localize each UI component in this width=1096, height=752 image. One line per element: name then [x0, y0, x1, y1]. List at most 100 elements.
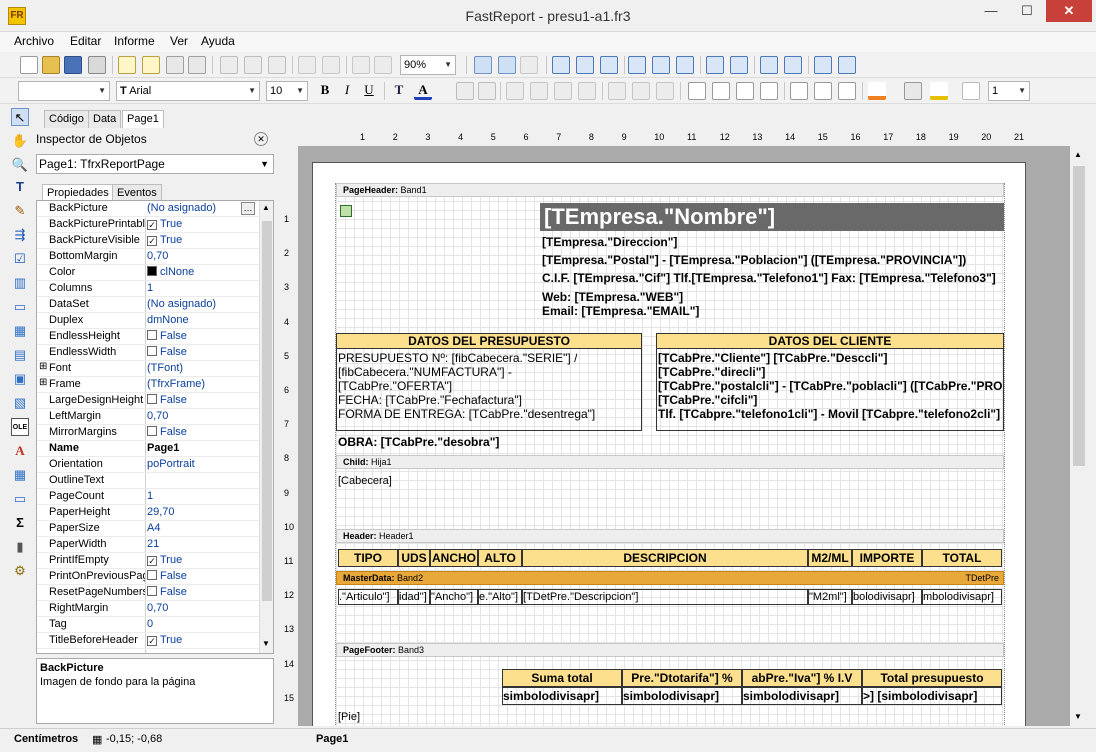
object-selector[interactable]: Page1: TfrxReportPage ▼: [36, 154, 274, 174]
band-header[interactable]: Header: Header1: [336, 529, 1004, 543]
menu-archivo[interactable]: Archivo: [14, 34, 54, 48]
menu-informe[interactable]: Informe: [114, 34, 155, 48]
property-value[interactable]: A4: [147, 522, 160, 534]
line-width-combo[interactable]: 1 ▼: [988, 81, 1030, 101]
align-top-icon[interactable]: [628, 56, 646, 74]
checkbox-icon[interactable]: [147, 330, 157, 340]
property-row[interactable]: Columns 1: [37, 281, 259, 297]
property-row[interactable]: MirrorMargins False: [37, 425, 259, 441]
text-object-icon[interactable]: ▭: [11, 298, 29, 316]
ole-object-icon[interactable]: OLE: [11, 418, 29, 436]
checkbox-icon[interactable]: [147, 570, 157, 580]
property-row[interactable]: OutlineText: [37, 473, 259, 489]
bold-icon[interactable]: B: [316, 82, 334, 100]
company-email[interactable]: Email: [TEmpresa."EMAIL"]: [542, 304, 699, 318]
chevron-up-icon[interactable]: ▲: [262, 203, 270, 212]
detail-cell[interactable]: e."Alto"]: [478, 589, 522, 605]
property-row[interactable]: PaperHeight 29,70: [37, 505, 259, 521]
copy-icon[interactable]: [244, 56, 262, 74]
property-row[interactable]: Name Page1: [37, 441, 259, 457]
zoom-tool-icon[interactable]: 🔍: [11, 156, 29, 174]
show-grid-icon[interactable]: [474, 56, 492, 74]
property-value[interactable]: ✓ True: [147, 234, 182, 246]
frame-right-icon[interactable]: [760, 82, 778, 100]
property-value[interactable]: clNone: [147, 266, 194, 278]
text-middle-icon[interactable]: [632, 82, 650, 100]
line-object-icon[interactable]: ▭: [11, 490, 29, 508]
insert-band-icon[interactable]: ⇶: [11, 226, 29, 244]
property-value[interactable]: False: [147, 346, 187, 358]
property-value[interactable]: 1: [147, 490, 153, 502]
band-child[interactable]: Child: Hija1: [336, 455, 1004, 469]
subreport-icon[interactable]: ▧: [11, 394, 29, 412]
text-top-icon[interactable]: [608, 82, 626, 100]
property-row[interactable]: ⊞ Frame (TfrxFrame): [37, 377, 259, 393]
totals-value[interactable]: simbolodivisapr]: [622, 687, 742, 705]
column-header[interactable]: M2/ML: [808, 549, 852, 567]
rich-text-icon[interactable]: A: [11, 442, 29, 460]
property-row[interactable]: PageCount 1: [37, 489, 259, 505]
new-dialog-icon[interactable]: [142, 56, 160, 74]
company-postal[interactable]: [TEmpresa."Postal"] - [TEmpresa."Poblaci…: [542, 253, 966, 267]
property-value[interactable]: ✓ True: [147, 634, 182, 646]
band-page-footer[interactable]: PageFooter: Band3: [336, 643, 1004, 657]
same-height-icon[interactable]: [838, 56, 856, 74]
italic-icon[interactable]: I: [338, 82, 356, 100]
rotate-icon[interactable]: [478, 82, 496, 100]
detail-cell[interactable]: ."Articulo"]: [338, 589, 398, 605]
property-row[interactable]: LargeDesignHeight False: [37, 393, 259, 409]
print-preview-icon[interactable]: [88, 56, 106, 74]
select-tool-icon[interactable]: ↖: [11, 108, 29, 126]
center-horizontal-icon[interactable]: [760, 56, 778, 74]
table-object-icon[interactable]: ▦: [11, 466, 29, 484]
property-value[interactable]: 21: [147, 538, 159, 550]
font-size-combo[interactable]: 10 ▼: [266, 81, 308, 101]
detail-cell[interactable]: [TDetPre."Descripcion"]: [522, 589, 808, 605]
align-right-icon[interactable]: [600, 56, 618, 74]
design-scrollbar[interactable]: ▲ ▼: [1070, 146, 1088, 726]
property-value[interactable]: Page1: [147, 442, 179, 454]
sum-icon[interactable]: Σ: [11, 514, 29, 532]
company-web[interactable]: Web: [TEmpresa."WEB"]: [542, 290, 683, 304]
checkbox-icon[interactable]: [147, 346, 157, 356]
totals-value[interactable]: simbolodivisapr]: [742, 687, 862, 705]
budget-line[interactable]: PRESUPUESTO Nº: [fibCabecera."SERIE"] /: [338, 351, 577, 365]
column-header[interactable]: UDS: [398, 549, 430, 567]
property-row[interactable]: Orientation poPortrait: [37, 457, 259, 473]
property-row[interactable]: Tag 0: [37, 617, 259, 633]
property-value[interactable]: (No asignado): [147, 298, 216, 310]
band-page-header[interactable]: PageHeader: Band1: [336, 183, 1004, 197]
frame-none-icon[interactable]: [814, 82, 832, 100]
client-header[interactable]: DATOS DEL CLIENTE: [656, 333, 1004, 349]
property-value[interactable]: False: [147, 586, 187, 598]
property-value[interactable]: False: [147, 394, 187, 406]
property-row[interactable]: DataSet (No asignado): [37, 297, 259, 313]
property-value[interactable]: 29,70: [147, 506, 175, 518]
property-value[interactable]: (TfrxFrame): [147, 378, 205, 390]
column-header[interactable]: IMPORTE: [852, 549, 922, 567]
column-header[interactable]: ANCHO: [430, 549, 478, 567]
budget-header[interactable]: DATOS DEL PRESUPUESTO: [336, 333, 642, 349]
same-width-icon[interactable]: [814, 56, 832, 74]
font-color-icon[interactable]: A: [414, 82, 432, 100]
close-icon[interactable]: ✕: [254, 132, 268, 146]
text-bottom-icon[interactable]: [656, 82, 674, 100]
property-value[interactable]: False: [147, 330, 187, 342]
highlight-icon[interactable]: [456, 82, 474, 100]
cut-icon[interactable]: [220, 56, 238, 74]
tab-data[interactable]: Data: [88, 110, 122, 128]
system-text-icon[interactable]: ▤: [11, 346, 29, 364]
fill-color-icon[interactable]: [868, 82, 886, 100]
save-icon[interactable]: [64, 56, 82, 74]
delete-page-icon[interactable]: [166, 56, 184, 74]
checkbox-icon[interactable]: [147, 586, 157, 596]
close-button[interactable]: ✕: [1046, 0, 1092, 22]
text-align-right-icon[interactable]: [554, 82, 572, 100]
pie-field[interactable]: [Pie]: [338, 711, 360, 723]
ellipsis-button[interactable]: …: [241, 202, 255, 215]
menu-ayuda[interactable]: Ayuda: [201, 34, 235, 48]
property-row[interactable]: BackPicturePrintable ✓ True: [37, 217, 259, 233]
checkbox-icon[interactable]: ✓: [147, 236, 157, 246]
checkbox-object-icon[interactable]: ☑: [11, 250, 29, 268]
property-row[interactable]: LeftMargin 0,70: [37, 409, 259, 425]
